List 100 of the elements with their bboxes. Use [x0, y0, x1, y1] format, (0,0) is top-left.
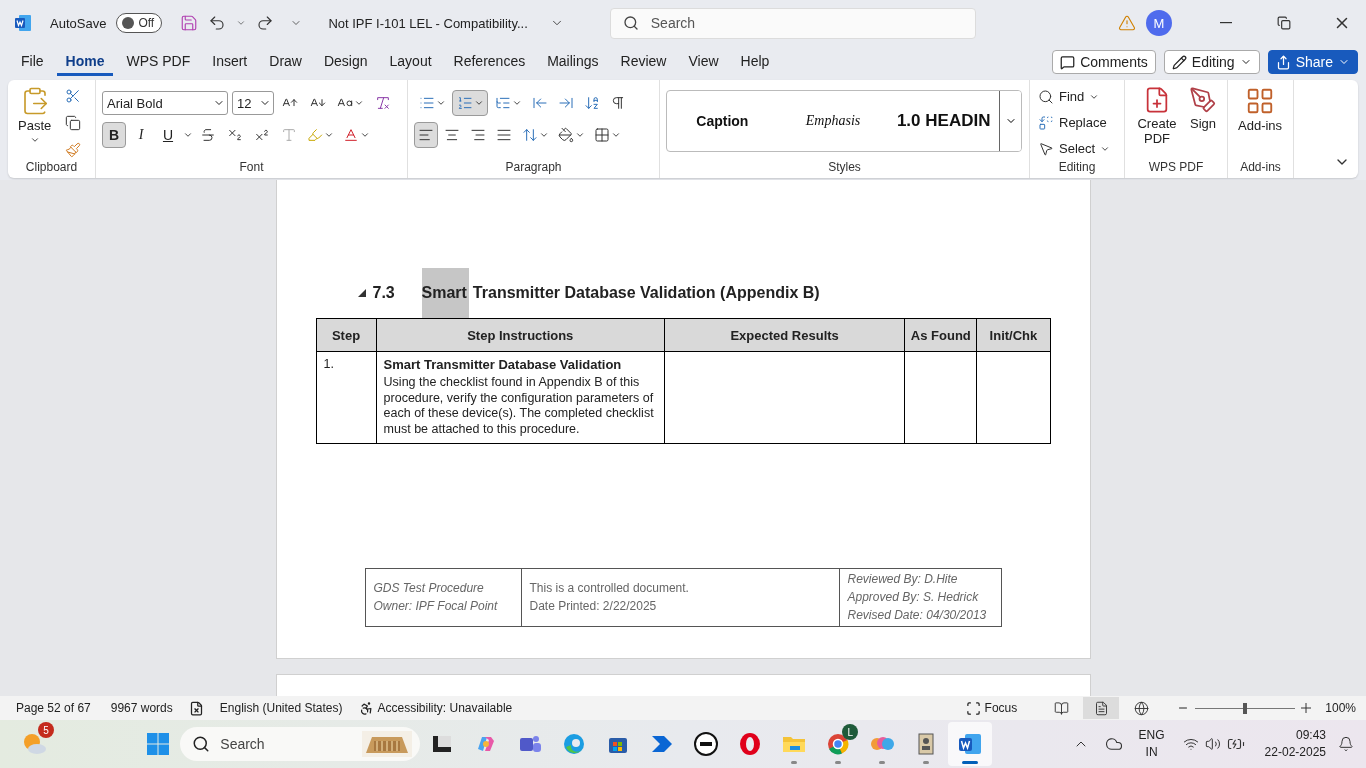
superscript-icon: [254, 127, 270, 143]
editing-dropdown[interactable]: Editing: [1163, 50, 1260, 74]
word-icon: [957, 731, 984, 757]
comments-button[interactable]: Comments: [1052, 50, 1156, 74]
accessibility-icon: [358, 700, 374, 716]
bold-button[interactable]: B: [102, 122, 126, 148]
ribbon-tab[interactable]: View: [679, 48, 728, 76]
find-button[interactable]: Find: [1036, 84, 1102, 109]
zoom-thumb[interactable]: [1243, 702, 1248, 714]
ribbon-tab[interactable]: Insert: [203, 48, 257, 76]
save-icon: [180, 14, 199, 32]
search-icon: [192, 735, 211, 753]
highlighter-icon: [307, 127, 323, 143]
replace-button[interactable]: Replace: [1036, 110, 1109, 135]
pilcrow-icon: [610, 95, 626, 111]
italic-button[interactable]: I: [129, 122, 153, 148]
word-logo-icon: [14, 14, 32, 32]
replace-icon: [1038, 114, 1054, 131]
print-view-button[interactable]: [1083, 697, 1120, 719]
create-pdf-button[interactable]: Create PDF: [1131, 84, 1183, 148]
style-item[interactable]: 1.0 HEADIN: [888, 91, 999, 151]
web-view-icon: [1133, 700, 1149, 716]
ribbon-tab[interactable]: Help: [731, 48, 779, 76]
caret-icon: [324, 130, 334, 140]
focus-button[interactable]: Focus: [959, 697, 1024, 719]
group-label: Clipboard: [24, 159, 79, 176]
taskbar-app[interactable]: L: [816, 722, 861, 766]
footer-text: Owner: IPF Focal Point: [373, 598, 499, 616]
word-count[interactable]: 9967 words: [104, 697, 179, 719]
avatar[interactable]: M: [1146, 10, 1172, 36]
zoom-reading: 100%: [1325, 701, 1356, 715]
notifications-icon: [1338, 736, 1354, 752]
caret-icon: [183, 130, 193, 140]
ribbon-tab[interactable]: Mailings: [538, 48, 608, 76]
decrease-indent-icon: [532, 95, 548, 111]
search-icon: [1038, 88, 1054, 105]
language-indicator[interactable]: ENG: [1138, 727, 1165, 744]
column-header: Expected Results: [664, 318, 905, 352]
caret-icon: [435, 98, 446, 108]
list-icon: [494, 95, 511, 111]
ribbon-tab[interactable]: File: [12, 48, 53, 76]
ribbon-tab[interactable]: Design: [314, 48, 377, 76]
taskbar-search-field[interactable]: Search: [180, 727, 421, 761]
align-icon: [444, 127, 460, 143]
ribbon-tab[interactable]: Draw: [260, 48, 311, 76]
group-label: Paragraph: [504, 159, 563, 176]
group-label: Editing: [1057, 159, 1097, 176]
gallery-more-button[interactable]: [999, 91, 1021, 151]
group-label: Add-ins: [1239, 159, 1282, 176]
scissors-icon: [65, 87, 82, 104]
ribbon-tab[interactable]: References: [444, 48, 535, 76]
autosave-toggle[interactable]: Off: [116, 13, 163, 33]
zoom-in-icon[interactable]: [1301, 703, 1312, 713]
share-icon: [1275, 54, 1291, 70]
caret-icon: [236, 18, 247, 28]
list-icon: [456, 95, 473, 111]
selected-text: Smart: [421, 268, 469, 318]
document-title: Not IPF I-101 LEL - Compatibility...: [328, 15, 528, 31]
footer-text: GDS Test Procedure: [373, 580, 485, 598]
paste-button[interactable]: Paste: [14, 84, 56, 147]
caret-icon: [574, 130, 585, 140]
column-header: As Found: [904, 318, 977, 352]
clock-date[interactable]: 22-02-2025: [1264, 744, 1326, 761]
sign-button[interactable]: Sign: [1185, 84, 1221, 133]
sort-icon: [584, 95, 600, 111]
accessibility-button[interactable]: Accessibility: Unavailable: [352, 697, 519, 719]
strikethrough-icon: [200, 127, 216, 143]
collapse-triangle-icon[interactable]: [356, 288, 367, 298]
warning-icon: [1118, 14, 1136, 32]
ribbon-tab[interactable]: WPS PDF: [117, 48, 200, 76]
search-field[interactable]: Search: [609, 7, 976, 39]
ribbon-tab[interactable]: Review: [611, 48, 676, 76]
ribbon-tab[interactable]: Home: [56, 48, 114, 76]
ribbon-tab[interactable]: Layout: [380, 48, 441, 76]
taskbar-app[interactable]: [948, 722, 993, 766]
restore-icon: [1277, 16, 1291, 30]
undo-icon: [208, 14, 227, 32]
font-size-field[interactable]: 12: [232, 91, 274, 115]
style-item[interactable]: Emphasis: [777, 91, 889, 151]
caret-icon: [473, 98, 484, 108]
wifi-icon: [1182, 736, 1199, 752]
step-title: Smart Transmitter Database Validation: [383, 357, 623, 373]
redo-icon: [256, 14, 275, 32]
group-label: Font: [238, 159, 265, 176]
add-ins-button[interactable]: Add-ins: [1234, 84, 1287, 135]
footer-text: This is a controlled document.: [529, 580, 690, 598]
paint-bucket-icon: [557, 127, 574, 143]
clock-time[interactable]: 09:43: [1295, 727, 1326, 744]
numbering-button[interactable]: [452, 90, 488, 116]
font-name-field[interactable]: Arial Bold: [102, 91, 228, 115]
select-button[interactable]: Select: [1036, 136, 1113, 161]
autosave-label: AutoSave: [50, 15, 107, 31]
language-indicator[interactable]: IN: [1145, 744, 1158, 761]
language-button[interactable]: English (United States): [213, 697, 349, 719]
align-left-button[interactable]: [414, 122, 438, 148]
style-item[interactable]: Caption: [667, 91, 778, 151]
share-button[interactable]: Share: [1267, 50, 1358, 74]
pointer-icon: [1038, 140, 1054, 157]
page-count[interactable]: Page 52 of 67: [10, 697, 97, 719]
underline-button[interactable]: U: [156, 122, 180, 148]
